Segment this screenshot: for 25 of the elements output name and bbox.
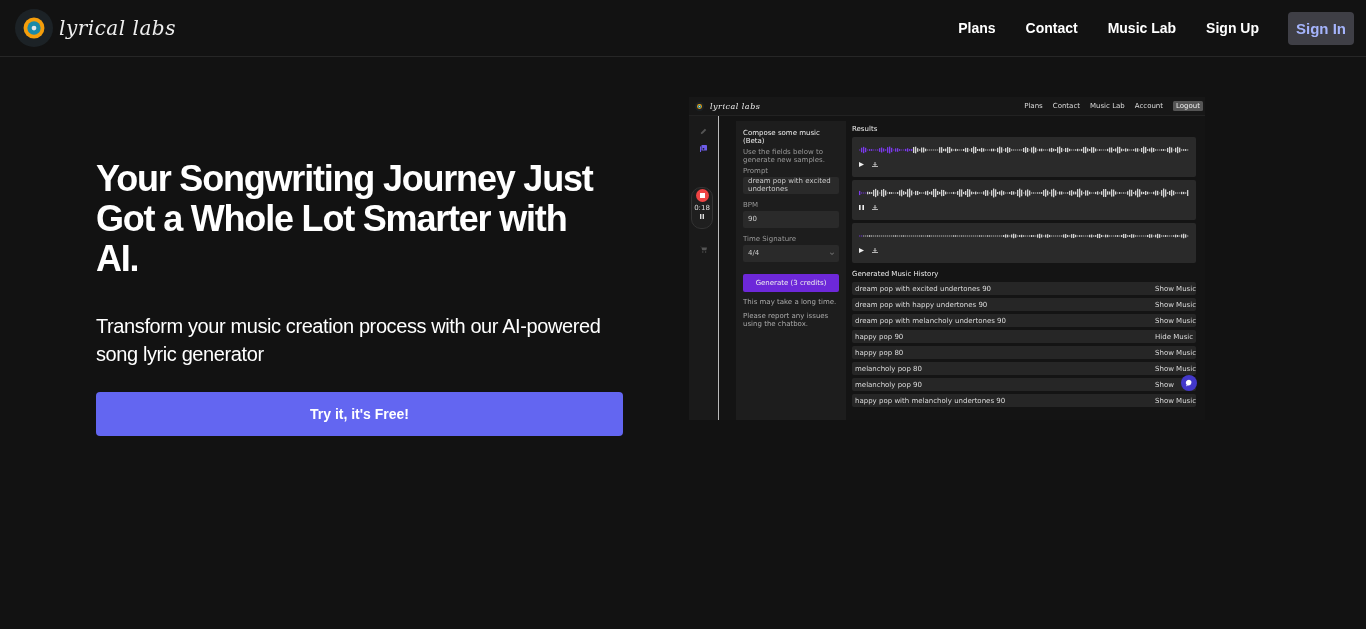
caret-icon [830, 252, 834, 255]
logo-text[interactable]: lyrical labs [59, 16, 176, 40]
pause-icon[interactable] [859, 205, 864, 210]
chat-icon [1185, 379, 1193, 387]
music-library-icon[interactable] [700, 145, 707, 152]
try-free-button[interactable]: Try it, it's Free! [96, 392, 623, 436]
hero-subtitle: Transform your music creation process with our AI-powered song lyric generator [96, 314, 602, 367]
nav-link[interactable]: Contact [1025, 20, 1078, 36]
nav-link[interactable]: Plans [958, 20, 996, 36]
logo-text[interactable]: lyrical labs [710, 101, 761, 111]
logo-icon [695, 101, 704, 111]
sign-in-button[interactable]: Sign In [1288, 11, 1354, 45]
logo-icon [15, 9, 53, 47]
nav-link[interactable]: Sign Up [1206, 20, 1259, 36]
download-icon[interactable] [872, 248, 878, 253]
waveform[interactable] [859, 187, 1189, 199]
download-icon[interactable] [872, 205, 878, 210]
hero-title: Your Songwriting Journey Just Got a Whole Lot Smarter with AI. [96, 159, 595, 279]
download-icon[interactable] [872, 162, 878, 167]
chat-button[interactable] [1181, 375, 1197, 391]
waveform[interactable] [859, 144, 1189, 156]
play-icon[interactable] [859, 248, 864, 253]
stop-record-icon[interactable] [695, 189, 709, 202]
nav-link[interactable]: Music Lab [1107, 20, 1177, 36]
play-icon[interactable] [859, 162, 864, 167]
